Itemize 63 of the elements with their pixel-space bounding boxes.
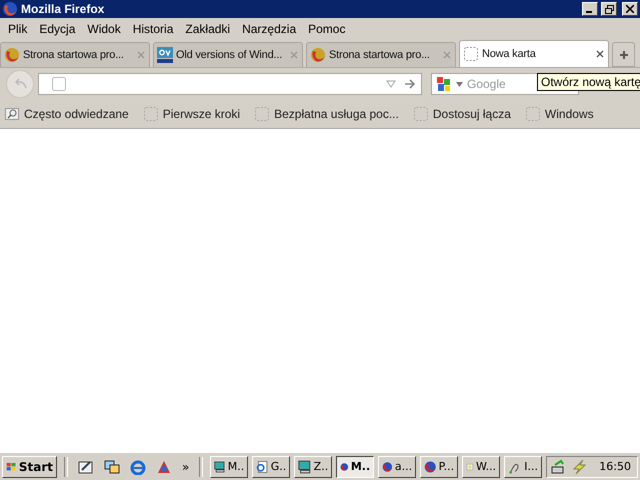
firefox-icon	[4, 47, 20, 63]
menu-item[interactable]: Zakładki	[179, 22, 236, 36]
taskbar-button[interactable]: I...	[504, 456, 542, 478]
page-icon	[412, 106, 429, 122]
taskbar-button[interactable]: Z..	[294, 456, 332, 478]
taskbar-button[interactable]: P...	[420, 456, 458, 478]
taskbar-button[interactable]: W...	[462, 456, 500, 478]
menu-item[interactable]: Widok	[81, 22, 127, 36]
browser-tab[interactable]: Old versions of Wind...	[153, 42, 303, 67]
menu-item[interactable]: Pomoc	[302, 22, 352, 36]
page-icon	[524, 106, 541, 122]
go-arrow-icon[interactable]	[404, 79, 416, 89]
menu-item[interactable]: Edycja	[33, 22, 82, 36]
taskbar-button[interactable]: M..	[336, 456, 374, 478]
page-icon	[142, 106, 159, 122]
window-switch-icon[interactable]	[104, 458, 120, 474]
bookmark-item[interactable]: Dostosuj łącza	[412, 106, 511, 122]
document-icon	[256, 458, 269, 474]
back-arrow-icon	[12, 77, 28, 91]
close-icon[interactable]	[596, 50, 604, 58]
firefox-icon	[424, 458, 437, 474]
taskbar-button[interactable]: M..	[210, 456, 248, 478]
dropdown-icon[interactable]	[386, 80, 396, 88]
search-engine-icon	[436, 76, 452, 92]
restore-icon	[604, 4, 614, 14]
computer-icon	[298, 458, 312, 474]
search-input[interactable]: Google	[467, 77, 513, 91]
bookmark-item[interactable]: Windows	[524, 106, 594, 122]
page-icon	[51, 76, 67, 92]
taskbar-button[interactable]: G..	[252, 456, 290, 478]
minimize-button[interactable]	[582, 2, 598, 16]
tab-title: Old versions of Wind...	[176, 49, 284, 61]
clock: 16:50	[599, 460, 631, 473]
browser-tab[interactable]: Strona startowa pro...	[306, 42, 456, 67]
menu-item[interactable]: Narzędzia	[236, 22, 302, 36]
restore-button[interactable]	[601, 2, 617, 16]
close-button[interactable]	[622, 2, 638, 16]
tab-title: Strona startowa pro...	[23, 49, 125, 61]
window-title: Mozilla Firefox	[21, 2, 104, 16]
bookmark-item[interactable]: Pierwsze kroki	[142, 106, 240, 122]
search-icon	[4, 106, 20, 122]
page-icon	[254, 106, 270, 122]
browser-tab[interactable]: Nowa karta	[459, 40, 609, 67]
firefox-icon	[2, 1, 18, 17]
bookmark-item[interactable]: Często odwiedzane	[4, 106, 129, 122]
page-icon	[463, 46, 479, 62]
taskbar-button[interactable]: a...	[378, 456, 416, 478]
menu-item[interactable]: Plik	[2, 22, 34, 36]
tab-title: Nowa karta	[482, 48, 537, 60]
menu-item[interactable]: Historia	[126, 22, 180, 36]
close-icon	[626, 5, 634, 13]
start-button[interactable]: Start	[2, 456, 57, 478]
tab-title: Strona startowa pro...	[329, 49, 431, 61]
computer-icon	[214, 458, 226, 474]
browser-tab[interactable]: Strona startowa pro...	[0, 42, 150, 67]
plus-icon	[618, 50, 628, 60]
site-icon	[157, 47, 173, 63]
caret-icon[interactable]	[456, 82, 463, 86]
more-button[interactable]: »	[178, 460, 192, 474]
address-field[interactable]	[38, 73, 422, 95]
firefox-icon	[310, 47, 326, 63]
bookmark-item[interactable]: Bezpłatna usługa poc...	[254, 106, 399, 122]
new-tab-button[interactable]	[612, 42, 635, 67]
